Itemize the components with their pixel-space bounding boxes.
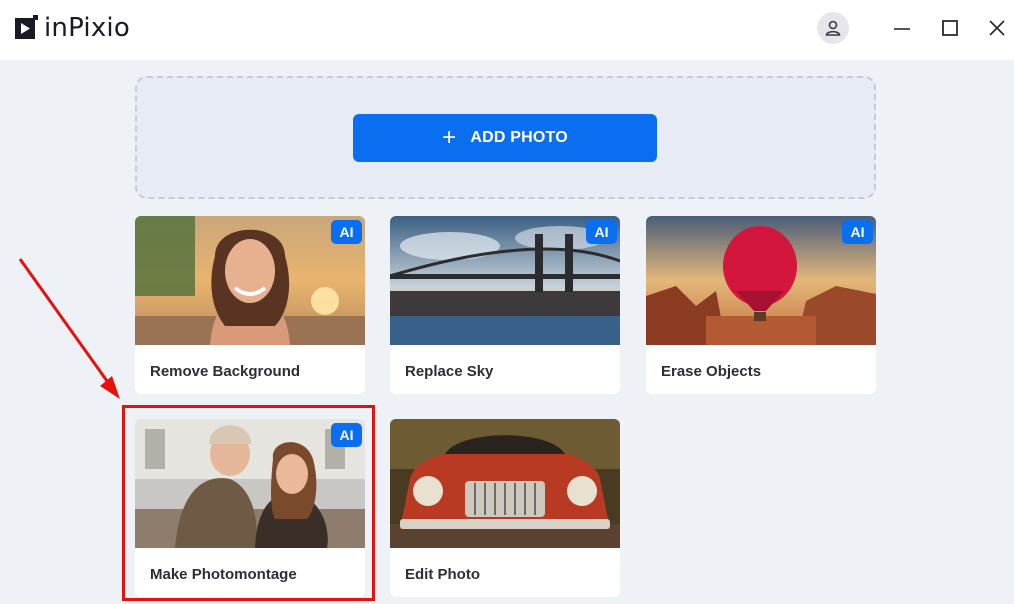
add-photo-button[interactable]: + ADD PHOTO [353, 114, 657, 162]
play-logo-icon [14, 15, 38, 41]
card-edit-photo[interactable]: Edit Photo [390, 419, 620, 597]
maximize-icon[interactable] [936, 14, 964, 42]
title-bar: inPixio [0, 0, 1014, 60]
minimize-icon[interactable] [888, 14, 916, 42]
card-replace-sky[interactable]: AI Replace Sky [390, 216, 620, 394]
card-label: Edit Photo [405, 566, 480, 583]
ai-badge: AI [842, 220, 873, 244]
card-erase-objects[interactable]: AI Erase Objects [646, 216, 876, 394]
card-label: Replace Sky [405, 363, 494, 380]
edit-photo-thumbnail [390, 419, 620, 548]
add-photo-label: ADD PHOTO [470, 129, 568, 146]
plus-icon: + [442, 124, 457, 151]
card-label: Erase Objects [661, 363, 762, 380]
ai-badge: AI [331, 220, 362, 244]
ai-badge: AI [586, 220, 617, 244]
app-title: inPixio [44, 13, 130, 43]
card-remove-background[interactable]: AI Remove Background [135, 216, 365, 394]
highlight-box [122, 405, 375, 601]
close-icon[interactable] [983, 14, 1011, 42]
card-label: Remove Background [150, 363, 301, 380]
app-logo: inPixio [14, 14, 130, 42]
user-icon[interactable] [817, 12, 849, 44]
